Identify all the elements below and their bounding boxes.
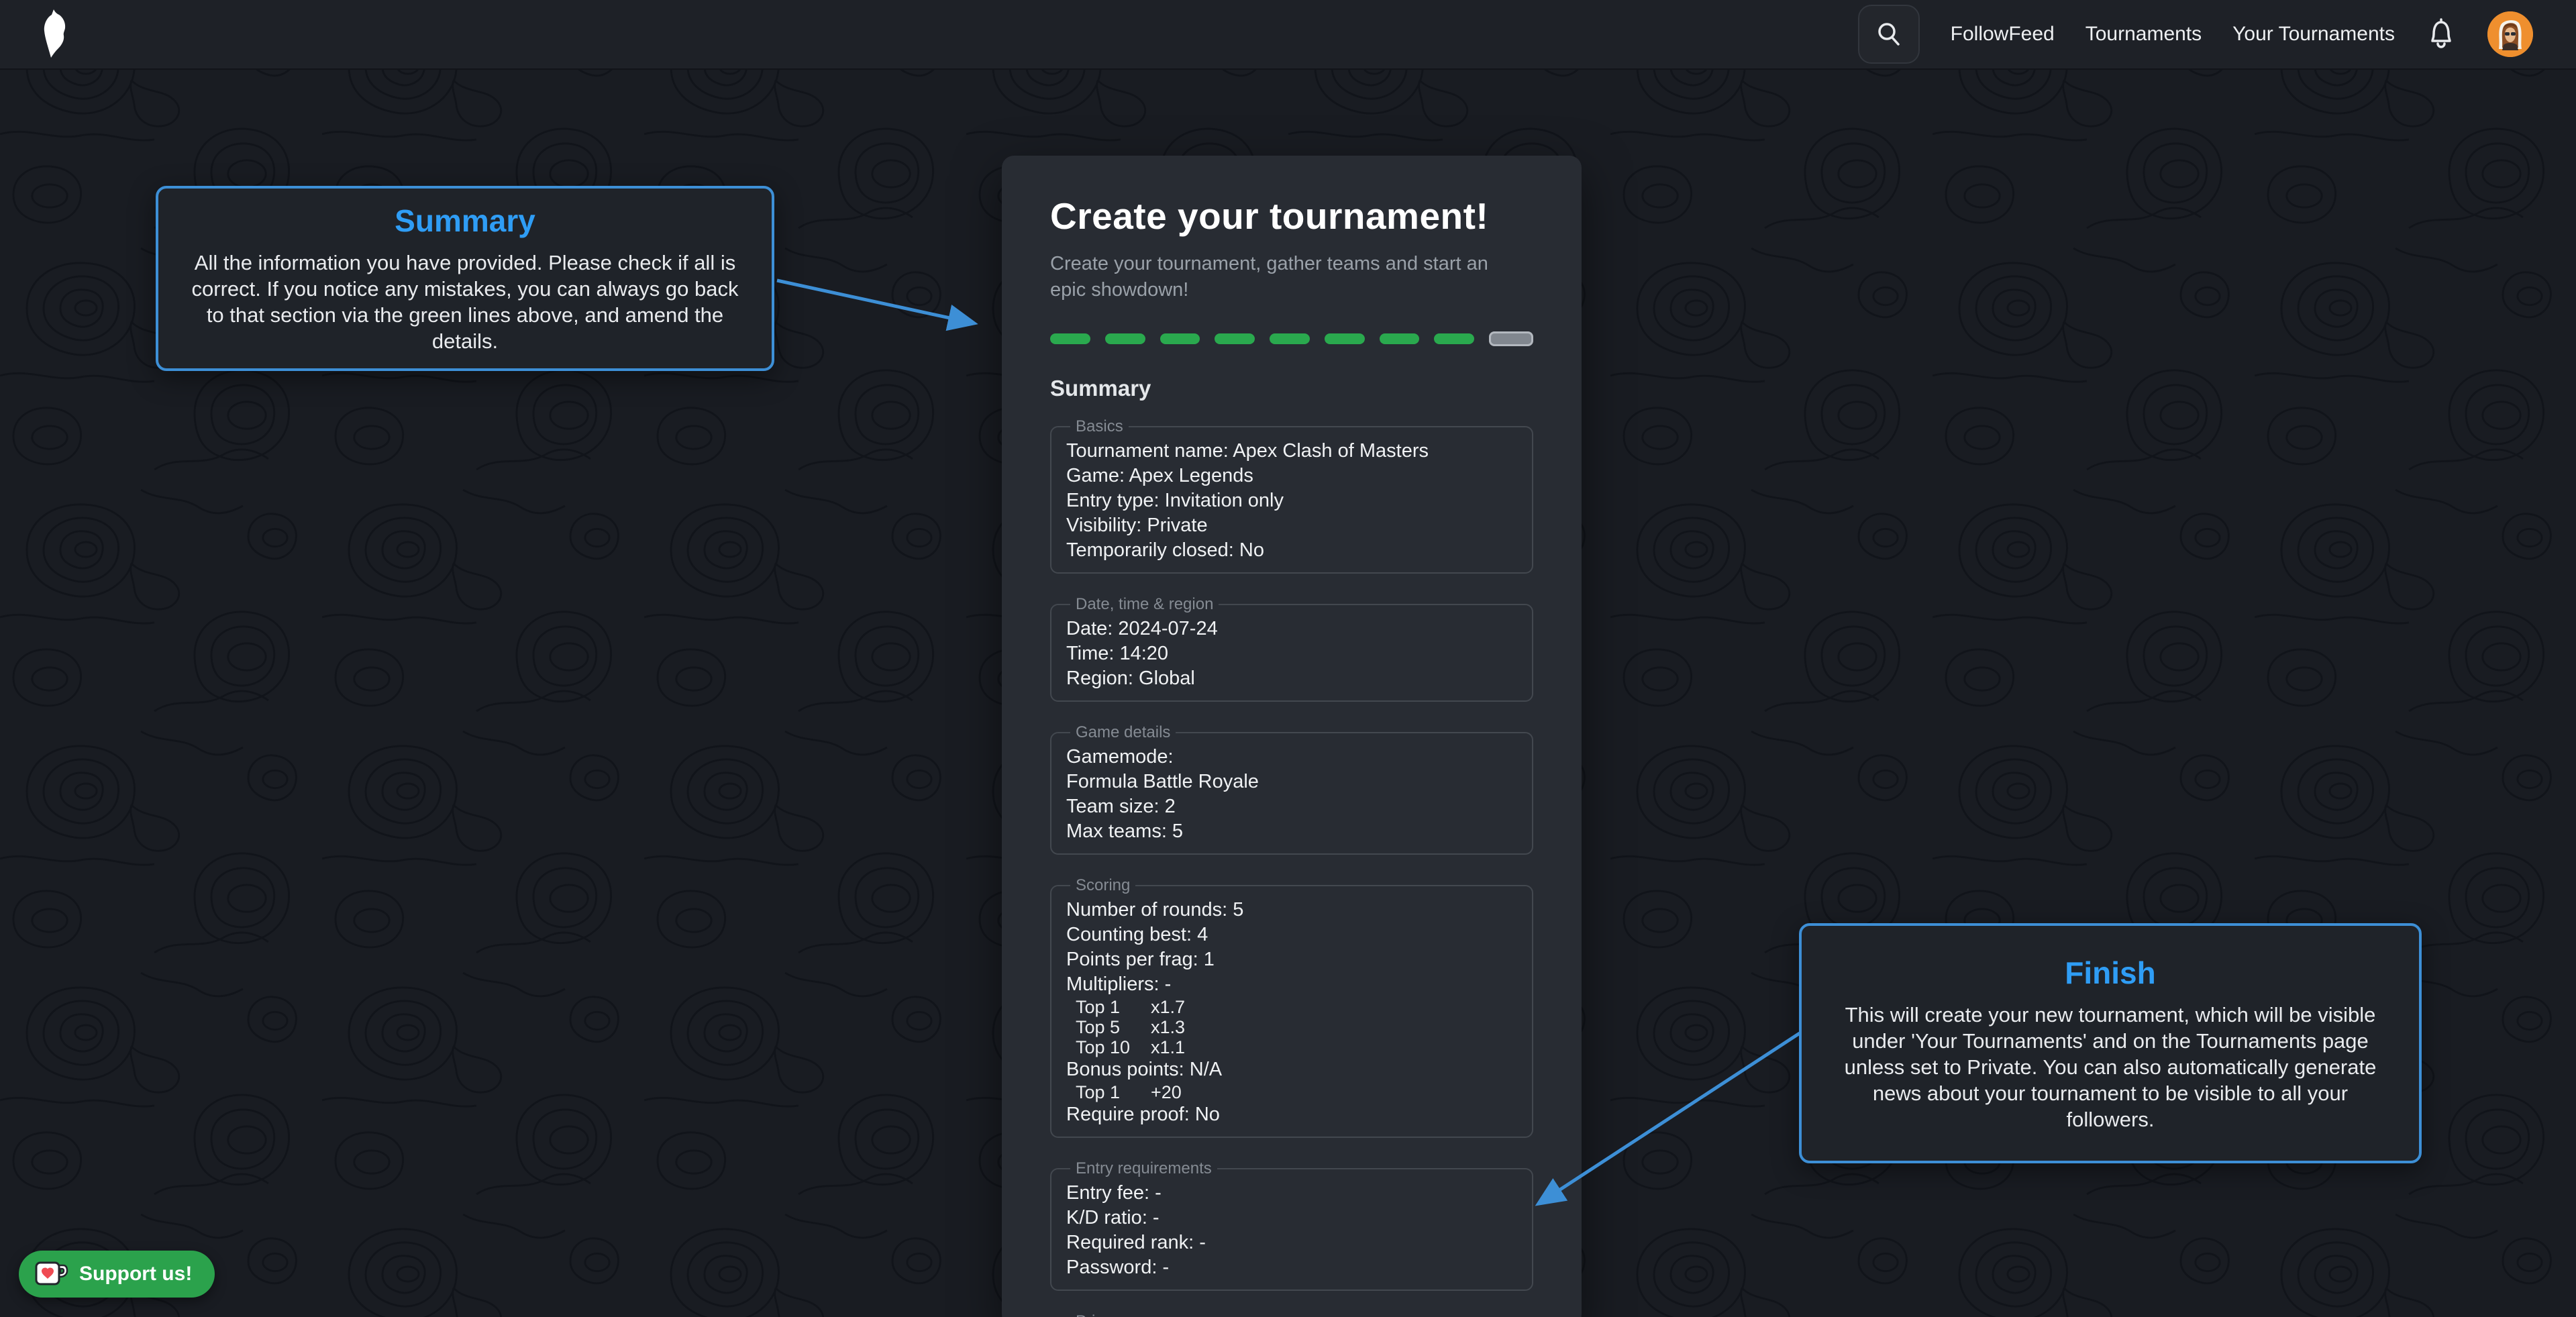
summary-line: Team size: 2 — [1066, 794, 1517, 819]
subrow-value: +20 — [1151, 1082, 1182, 1102]
scoring-subrow: Top 10x1.1 — [1066, 1037, 1517, 1057]
summary-line: Entry type: Invitation only — [1066, 488, 1517, 513]
progress-segment-step-3[interactable] — [1160, 333, 1200, 344]
finish-callout: Finish This will create your new tournam… — [1799, 923, 2422, 1163]
section-game-details: Game details Gamemode:Formula Battle Roya… — [1050, 723, 1533, 855]
scoring-subrow: Top 5x1.3 — [1066, 1017, 1517, 1037]
section-basics: Basics Tournament name: Apex Clash of Mas… — [1050, 417, 1533, 574]
subrow-value: x1.3 — [1151, 1017, 1185, 1037]
progress-segment-current — [1489, 331, 1533, 346]
summary-sections: Basics Tournament name: Apex Clash of Mas… — [1050, 417, 1533, 1317]
summary-line: Number of rounds: 5 — [1066, 898, 1517, 923]
subrow-label: Top 5 — [1076, 1017, 1151, 1037]
section-date-time-region: Date, time & region Date: 2024-07-24Time:… — [1050, 595, 1533, 702]
summary-line: K/D ratio: - — [1066, 1206, 1517, 1230]
support-us-label: Support us! — [79, 1263, 192, 1285]
summary-line: Region: Global — [1066, 666, 1517, 691]
summary-callout: Summary All the information you have pro… — [156, 186, 774, 371]
summary-line: Bonus points: N/A — [1066, 1057, 1517, 1082]
subrow-label: Top 1 — [1076, 1082, 1151, 1102]
app-logo-icon[interactable] — [38, 9, 70, 59]
summary-line: Visibility: Private — [1066, 513, 1517, 538]
summary-line: Temporarily closed: No — [1066, 538, 1517, 563]
summary-line: Require proof: No — [1066, 1102, 1517, 1127]
kofi-cup-icon — [34, 1260, 68, 1288]
summary-callout-body: All the information you have provided. P… — [187, 250, 743, 354]
section-scoring: Scoring Number of rounds: 5Counting best:… — [1050, 876, 1533, 1138]
summary-callout-title: Summary — [187, 203, 743, 239]
page-title: Create your tournament! — [1050, 195, 1533, 238]
summary-line: Time: 14:20 — [1066, 641, 1517, 666]
scoring-subrow: Top 1x1.7 — [1066, 997, 1517, 1017]
summary-line: Game: Apex Legends — [1066, 464, 1517, 488]
subrow-label: Top 1 — [1076, 997, 1151, 1017]
user-avatar[interactable] — [2487, 11, 2533, 57]
summary-line: Tournament name: Apex Clash of Masters — [1066, 439, 1517, 464]
section-legend: Date, time & region — [1070, 595, 1219, 614]
progress-segment-step-8[interactable] — [1434, 333, 1474, 344]
progress-segment-step-6[interactable] — [1325, 333, 1365, 344]
progress-segment-step-2[interactable] — [1105, 333, 1145, 344]
subrow-label: Top 10 — [1076, 1037, 1151, 1057]
navbar: FollowFeed Tournaments Your Tournaments — [0, 0, 2576, 70]
section-prize: PrizePrize: $500 & iSCRIM mug — [1050, 1312, 1533, 1317]
page-subtitle: Create your tournament, gather teams and… — [1050, 251, 1520, 303]
summary-line: Date: 2024-07-24 — [1066, 617, 1517, 641]
section-legend: Basics — [1070, 417, 1129, 436]
finish-callout-body: This will create your new tournament, wh… — [1830, 1002, 2391, 1132]
section-entry-requirements: Entry requirements Entry fee: -K/D ratio:… — [1050, 1159, 1533, 1291]
summary-line: Entry fee: - — [1066, 1181, 1517, 1206]
search-button[interactable] — [1858, 5, 1920, 64]
section-legend: Game details — [1070, 723, 1176, 742]
navbar-right: FollowFeed Tournaments Your Tournaments — [1858, 5, 2533, 64]
subrow-value: x1.7 — [1151, 997, 1185, 1017]
progress-segment-step-7[interactable] — [1380, 333, 1420, 344]
progress-segment-step-5[interactable] — [1270, 333, 1310, 344]
section-legend: Entry requirements — [1070, 1159, 1217, 1178]
create-tournament-card: Create your tournament! Create your tour… — [1002, 156, 1582, 1317]
section-legend: Scoring — [1070, 876, 1135, 895]
progress-segment-step-4[interactable] — [1215, 333, 1255, 344]
notifications-button[interactable] — [2426, 17, 2457, 52]
bell-icon — [2426, 17, 2457, 52]
nav-link-followfeed[interactable]: FollowFeed — [1951, 23, 2055, 46]
summary-line: Gamemode: — [1066, 745, 1517, 770]
search-icon — [1875, 21, 1902, 48]
summary-line: Password: - — [1066, 1255, 1517, 1280]
progress-segment-step-1[interactable] — [1050, 333, 1090, 344]
step-heading: Summary — [1050, 376, 1533, 401]
summary-line: Required rank: - — [1066, 1230, 1517, 1255]
summary-line: Formula Battle Royale — [1066, 770, 1517, 794]
nav-link-your-tournaments[interactable]: Your Tournaments — [2232, 23, 2395, 46]
summary-line: Max teams: 5 — [1066, 819, 1517, 844]
subrow-value: x1.1 — [1151, 1037, 1185, 1057]
summary-line: Counting best: 4 — [1066, 923, 1517, 947]
nav-link-tournaments[interactable]: Tournaments — [2085, 23, 2202, 46]
nav-links: FollowFeed Tournaments Your Tournaments — [1951, 23, 2395, 46]
section-legend: Prize — [1070, 1312, 1118, 1317]
support-us-button[interactable]: Support us! — [19, 1251, 215, 1298]
summary-line: Multipliers: - — [1066, 972, 1517, 997]
scoring-subrow: Top 1+20 — [1066, 1082, 1517, 1102]
summary-line: Points per frag: 1 — [1066, 947, 1517, 972]
progress-bar — [1050, 331, 1533, 346]
finish-callout-title: Finish — [1830, 955, 2391, 991]
